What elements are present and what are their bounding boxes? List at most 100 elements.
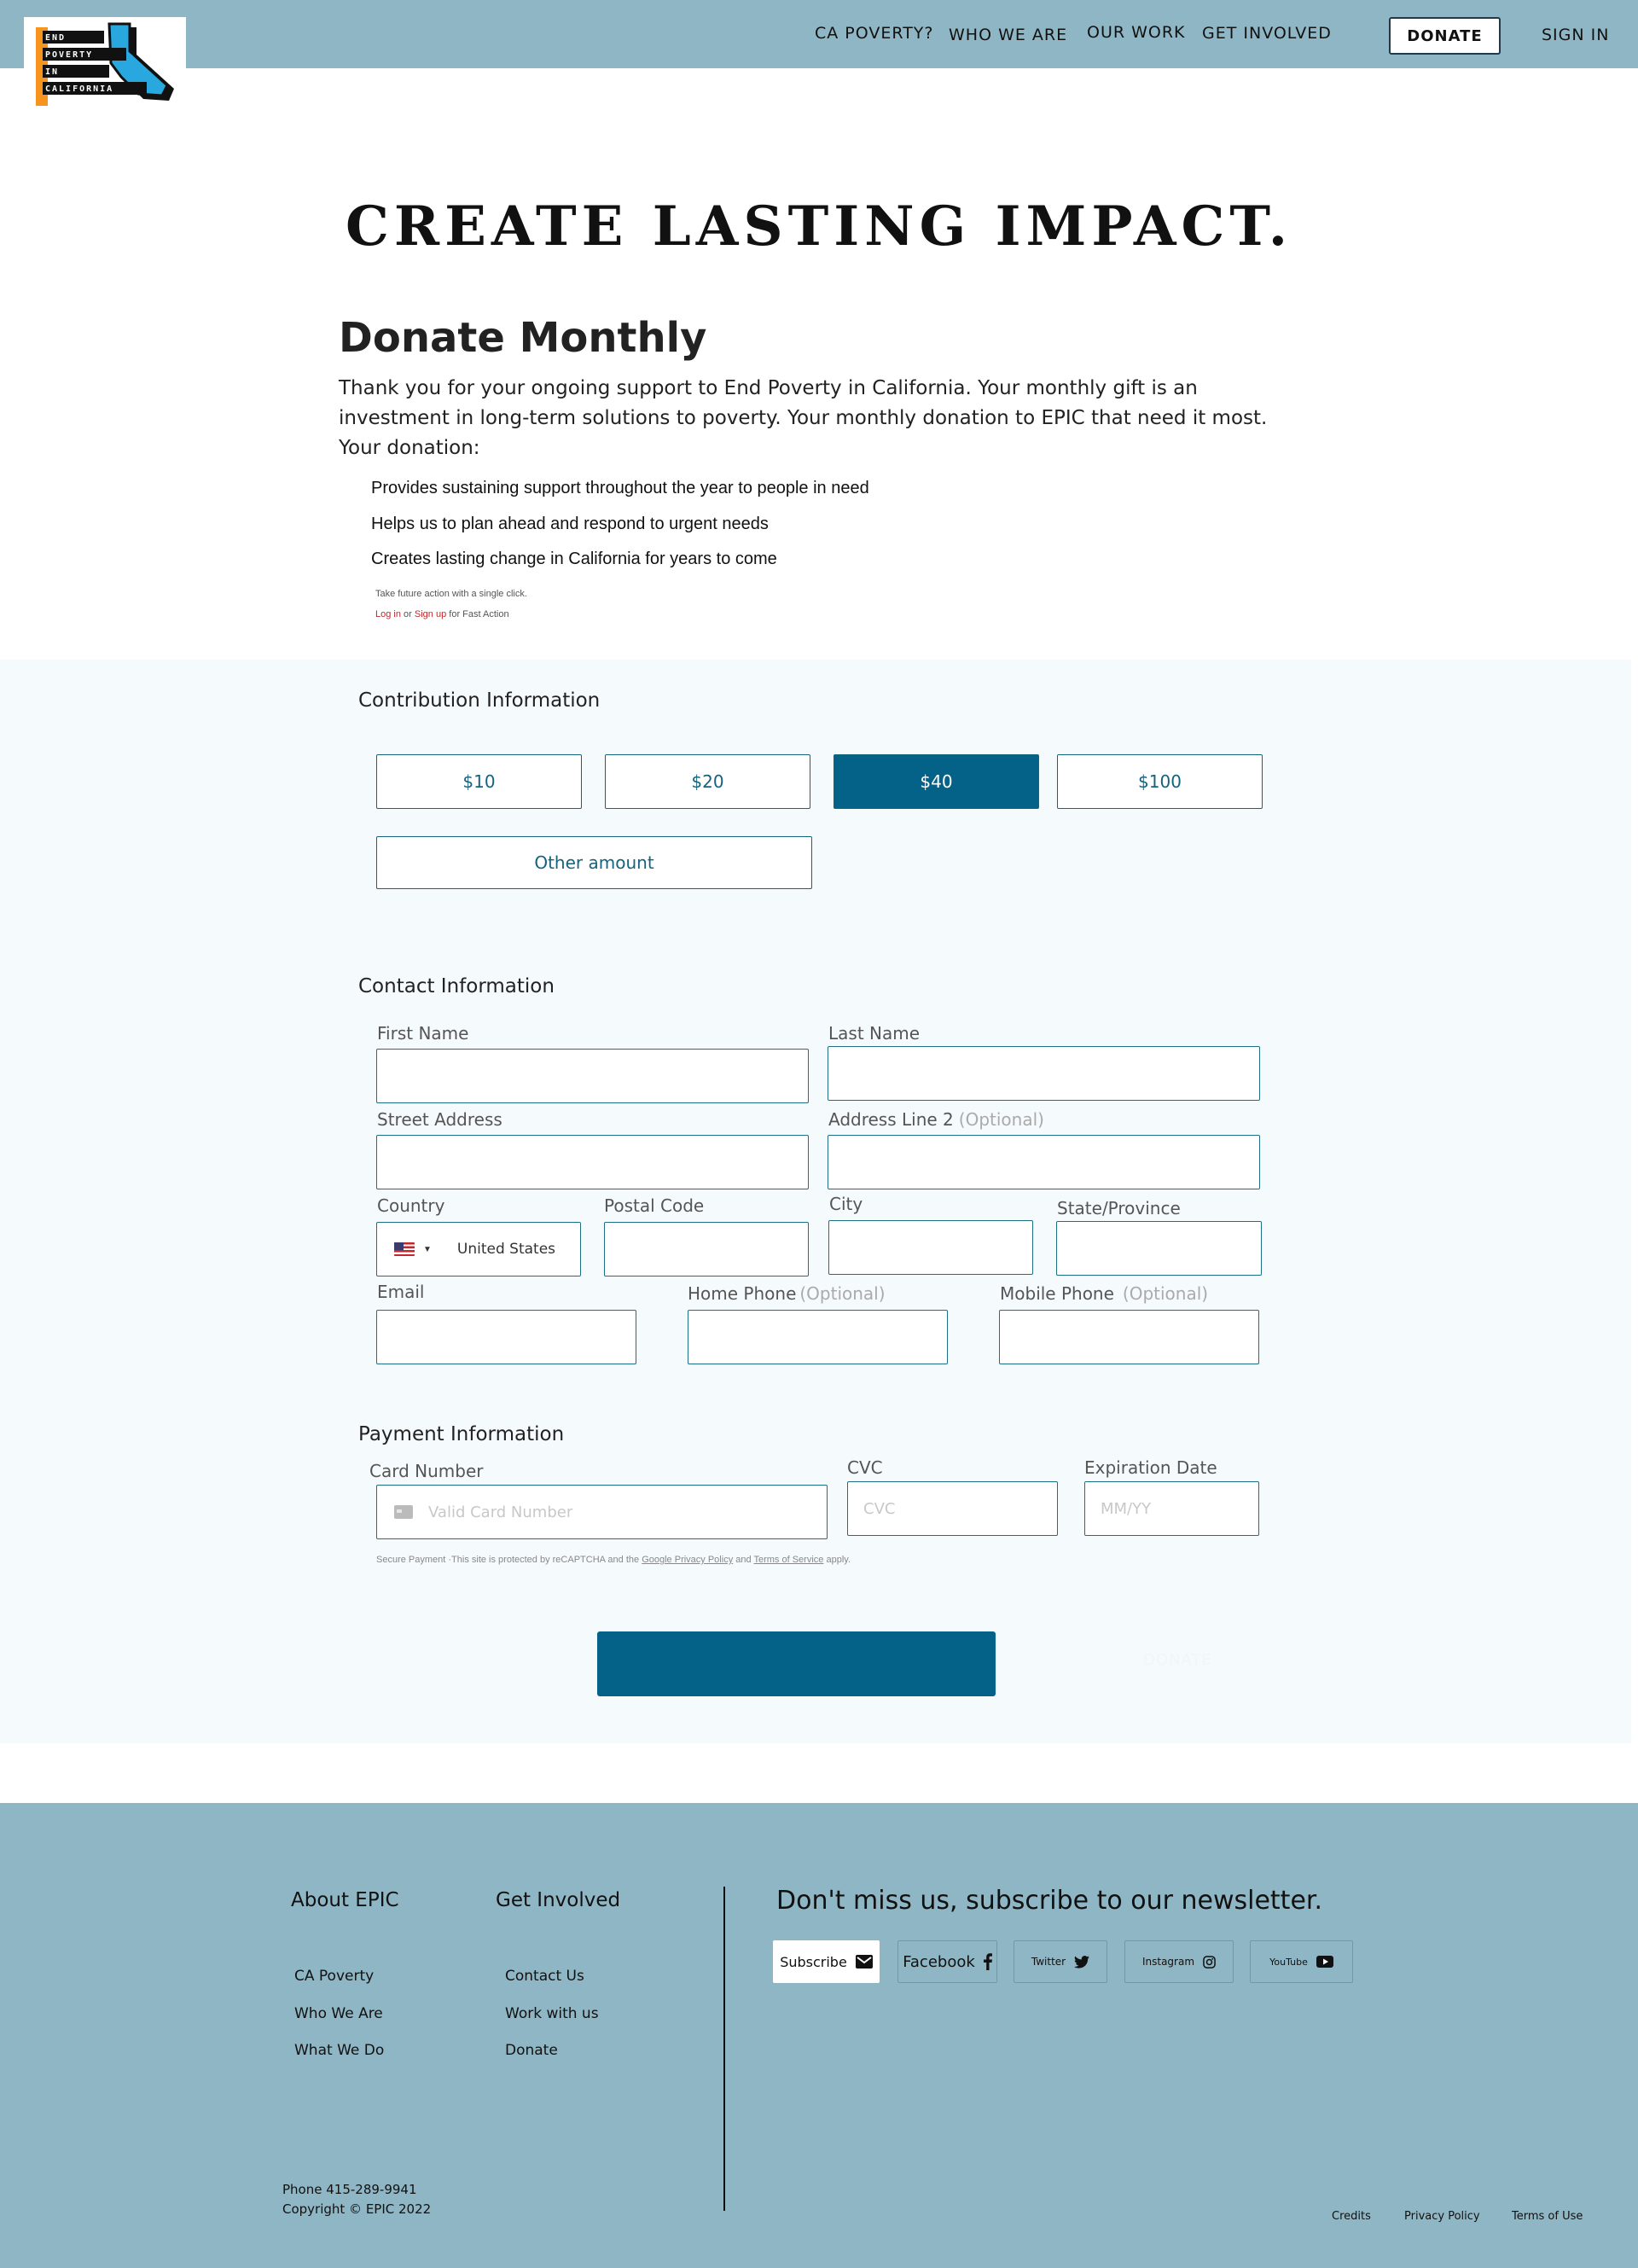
first-name-input[interactable] xyxy=(377,1050,808,1102)
country-select[interactable]: ▼ United States xyxy=(376,1222,581,1276)
footer-privacy-link[interactable]: Privacy Policy xyxy=(1404,2210,1480,2223)
nav-ca-poverty[interactable]: CA POVERTY? xyxy=(815,24,934,43)
expiration-field[interactable] xyxy=(1084,1481,1259,1536)
site-logo[interactable]: END POVERTY IN CALIFORNIA xyxy=(24,17,186,111)
donate-monthly-heading: Donate Monthly xyxy=(339,314,707,362)
terms-of-service-link[interactable]: Terms of Service xyxy=(753,1555,823,1565)
contribution-section-title: Contribution Information xyxy=(358,689,601,712)
footer-credits-link[interactable]: Credits xyxy=(1332,2210,1371,2223)
optional-hint: (Optional) xyxy=(1122,1283,1209,1304)
country-value: United States xyxy=(456,1241,556,1258)
address-line-2-field[interactable] xyxy=(828,1135,1260,1189)
footer-terms-link[interactable]: Terms of Use xyxy=(1512,2210,1583,2223)
fast-action-note: Take future action with a single click. xyxy=(375,589,527,599)
amount-10-button[interactable]: $10 xyxy=(376,754,582,809)
address-line-2-label: Address Line 2 (Optional) xyxy=(828,1109,1044,1130)
mobile-phone-input[interactable] xyxy=(1000,1311,1258,1364)
postal-code-label: Postal Code xyxy=(604,1195,705,1216)
address-line-2-input[interactable] xyxy=(828,1136,1259,1189)
twitter-label: Twitter xyxy=(1031,1956,1066,1968)
benefit-item: Provides sustaining support throughout t… xyxy=(371,479,869,497)
nav-who-we-are[interactable]: WHO WE ARE xyxy=(949,26,1067,44)
facebook-label: Facebook xyxy=(903,1952,975,1971)
donation-form xyxy=(0,660,1631,1743)
fast-action-signup-link[interactable]: Sign up xyxy=(415,609,446,619)
footer-link-ca-poverty[interactable]: CA Poverty xyxy=(294,1968,374,1985)
state-field[interactable] xyxy=(1056,1221,1262,1276)
facebook-icon xyxy=(983,1953,992,1970)
instagram-button[interactable]: Instagram xyxy=(1124,1940,1234,1983)
postal-code-input[interactable] xyxy=(605,1223,808,1276)
card-number-field[interactable] xyxy=(376,1485,828,1539)
email-input[interactable] xyxy=(377,1311,636,1364)
contact-section-title: Contact Information xyxy=(358,975,555,997)
google-privacy-link[interactable]: Google Privacy Policy xyxy=(642,1555,733,1565)
intro-paragraph: Thank you for your ongoing support to En… xyxy=(339,374,1286,463)
youtube-button[interactable]: YouTube xyxy=(1250,1940,1353,1983)
fast-action-links: Log in or Sign up for Fast Action xyxy=(375,609,509,619)
home-phone-input[interactable] xyxy=(688,1311,947,1364)
nav-our-work[interactable]: OUR WORK xyxy=(1087,23,1186,42)
fast-action-login-link[interactable]: Log in xyxy=(375,609,401,619)
footer-link-work-with-us[interactable]: Work with us xyxy=(505,2005,599,2022)
expiration-input[interactable] xyxy=(1085,1482,1258,1535)
footer-about-heading: About EPIC xyxy=(291,1889,399,1911)
site-header: CA POVERTY? WHO WE ARE OUR WORK GET INVO… xyxy=(0,0,1638,68)
facebook-button[interactable]: Facebook xyxy=(897,1940,997,1983)
footer-link-who-we-are[interactable]: Who We Are xyxy=(294,2005,383,2022)
amount-100-button[interactable]: $100 xyxy=(1057,754,1263,809)
nav-get-involved[interactable]: GET INVOLVED xyxy=(1202,24,1332,43)
your-donation-label: Your donation: xyxy=(339,437,480,459)
city-input[interactable] xyxy=(829,1221,1032,1274)
amount-40-button[interactable]: $40 xyxy=(834,754,1039,809)
youtube-icon xyxy=(1316,1956,1333,1968)
footer-divider xyxy=(723,1887,725,2211)
footer-phone: Phone 415-289-9941 xyxy=(282,2182,417,2197)
subscribe-button[interactable]: Subscribe xyxy=(773,1940,880,1983)
state-input[interactable] xyxy=(1057,1222,1261,1275)
city-label: City xyxy=(829,1194,863,1214)
street-address-field[interactable] xyxy=(376,1135,809,1189)
logo-text-california: CALIFORNIA xyxy=(45,84,114,94)
street-address-label: Street Address xyxy=(377,1109,502,1130)
subscribe-label: Subscribe xyxy=(780,1953,847,1970)
last-name-field[interactable] xyxy=(828,1046,1260,1101)
home-phone-label: Home Phone (Optional) xyxy=(688,1283,886,1304)
header-donate-button[interactable]: DONATE xyxy=(1389,17,1501,55)
mobile-phone-label: Mobile Phone (Optional) xyxy=(1000,1283,1208,1304)
optional-hint: (Optional) xyxy=(958,1109,1044,1130)
first-name-field[interactable] xyxy=(376,1049,809,1103)
sign-in-link[interactable]: SIGN IN xyxy=(1542,26,1609,44)
secure-payment-note: Secure Payment ·This site is protected b… xyxy=(376,1555,851,1565)
submit-donation-button[interactable] xyxy=(597,1631,996,1696)
instagram-icon xyxy=(1203,1955,1216,1969)
amount-20-button[interactable]: $20 xyxy=(605,754,810,809)
logo-text-end: END xyxy=(45,33,67,43)
postal-code-field[interactable] xyxy=(604,1222,809,1276)
newsletter-heading: Don't miss us, subscribe to our newslett… xyxy=(776,1886,1323,1916)
email-label: Email xyxy=(377,1282,425,1302)
credit-card-icon xyxy=(394,1505,413,1519)
twitter-icon xyxy=(1074,1955,1090,1969)
expiration-label: Expiration Date xyxy=(1084,1457,1217,1478)
last-name-input[interactable] xyxy=(828,1047,1259,1100)
footer-link-contact-us[interactable]: Contact Us xyxy=(505,1968,584,1985)
mobile-phone-field[interactable] xyxy=(999,1310,1259,1364)
city-field[interactable] xyxy=(828,1220,1033,1275)
cvc-field[interactable] xyxy=(847,1481,1058,1536)
logo-text-in: IN xyxy=(45,67,60,77)
home-phone-field[interactable] xyxy=(688,1310,948,1364)
card-number-input[interactable] xyxy=(413,1486,827,1538)
twitter-button[interactable]: Twitter xyxy=(1014,1940,1107,1983)
cvc-input[interactable] xyxy=(848,1482,1057,1535)
site-footer xyxy=(0,1803,1638,2268)
street-address-input[interactable] xyxy=(377,1136,808,1189)
fast-action-suffix: for Fast Action xyxy=(449,609,509,619)
footer-link-what-we-do[interactable]: What We Do xyxy=(294,2042,384,2059)
country-label: Country xyxy=(377,1195,445,1216)
footer-link-donate[interactable]: Donate xyxy=(505,2042,558,2059)
state-label: State/Province xyxy=(1057,1198,1181,1218)
other-amount-button[interactable]: Other amount xyxy=(376,836,812,889)
email-field[interactable] xyxy=(376,1310,636,1364)
card-number-label: Card Number xyxy=(369,1461,484,1481)
